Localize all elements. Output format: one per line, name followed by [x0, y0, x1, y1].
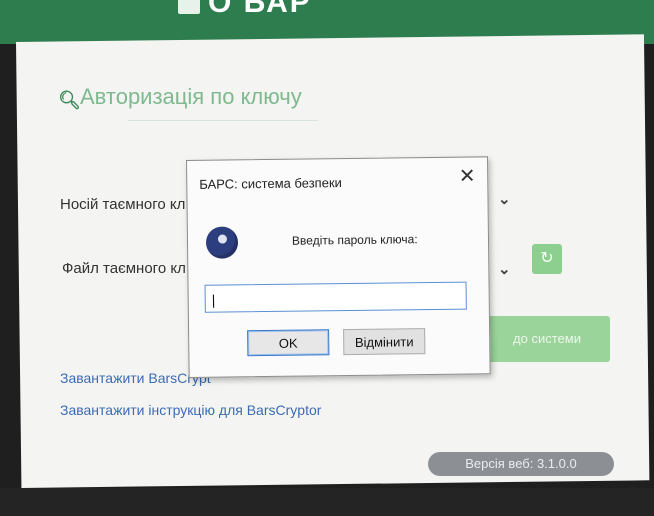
auth-title-text: Авторизація по ключу — [80, 84, 302, 109]
download-instruction-link[interactable]: Завантажити інструкцію для BarsCryptor — [60, 402, 321, 418]
key-icon — [205, 226, 239, 259]
cancel-button[interactable]: Відмінити — [343, 328, 426, 356]
ok-button[interactable]: OK — [247, 329, 330, 357]
heading-divider — [128, 120, 318, 121]
dialog-prompt: Введіть пароль ключа: — [291, 232, 418, 248]
refresh-button[interactable]: ↻ — [532, 244, 562, 274]
refresh-icon: ↻ — [540, 250, 554, 267]
close-icon[interactable]: ✕ — [455, 163, 479, 188]
auth-heading: Авторизація по ключу — [56, 84, 302, 110]
chevron-down-icon[interactable]: ⌄ — [498, 190, 511, 208]
key-carrier-label: Носій таємного кл — [60, 196, 186, 213]
app-title: О БАР — [208, 0, 312, 19]
version-badge: Версія веб: 3.1.0.0 — [428, 452, 614, 476]
key-file-label: Файл таємного кл — [62, 260, 186, 277]
password-dialog: БАРС: система безпеки ✕ Введіть пароль к… — [186, 156, 491, 378]
password-input[interactable]: | — [204, 281, 467, 313]
app-logo-icon — [178, 0, 200, 14]
chevron-down-icon[interactable]: ⌄ — [498, 260, 511, 278]
key-search-icon: 🔍︎ — [58, 90, 81, 110]
screen-bezel — [0, 488, 654, 516]
login-button[interactable]: до системи — [484, 316, 610, 362]
dialog-title: БАРС: система безпеки — [199, 175, 342, 192]
